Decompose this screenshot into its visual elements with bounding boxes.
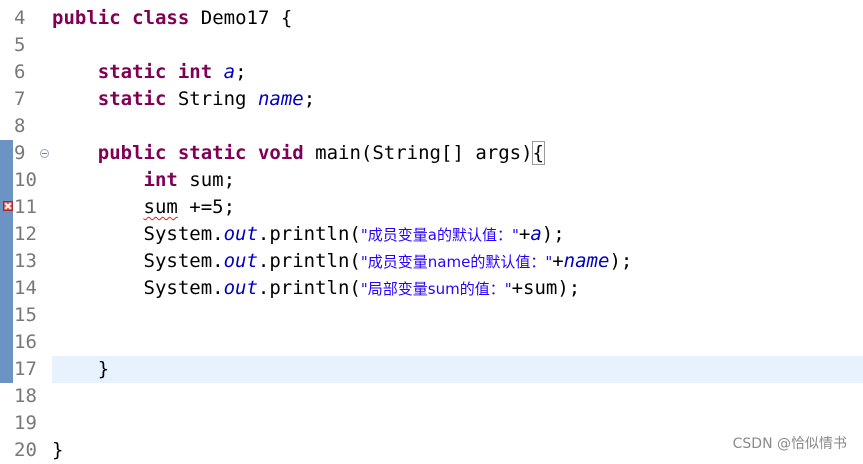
keyword-token: void — [257, 142, 304, 164]
code-text: static int a; — [52, 59, 247, 86]
code-text: public static void main(String[] args){ — [52, 140, 546, 167]
keyword-token: static — [97, 88, 167, 110]
code-token: + — [552, 250, 564, 272]
change-marker — [0, 356, 13, 383]
code-text: sum +=5; — [52, 194, 236, 221]
error-token[interactable]: sum — [144, 196, 178, 218]
line-number: 12 — [14, 223, 37, 245]
field-token: out — [223, 223, 258, 245]
closing-brace: } — [97, 358, 110, 380]
code-line[interactable]: 8 — [0, 113, 863, 140]
closing-brace: } — [52, 439, 64, 461]
keyword-token: public — [97, 142, 167, 164]
code-text: System.out.println("局部变量sum的值："+sum); — [52, 275, 581, 302]
code-token: ); — [541, 223, 565, 245]
line-number: 20 — [14, 439, 37, 461]
code-line[interactable]: 7 static String name; — [0, 86, 863, 113]
method-signature-token: main(String[] args) — [315, 142, 533, 164]
code-line[interactable]: 14 System.out.println("局部变量sum的值："+sum); — [0, 275, 863, 302]
field-token: a — [530, 223, 542, 245]
code-token: .println( — [257, 277, 361, 299]
code-line[interactable]: 9 public static void main(String[] args)… — [0, 140, 863, 167]
line-number: 11 — [14, 196, 37, 218]
matching-brace: { — [531, 141, 546, 165]
code-token: ); — [609, 250, 633, 272]
code-token: + — [518, 223, 531, 245]
field-token: a — [223, 61, 236, 83]
code-line[interactable]: 11 sum +=5; — [0, 194, 863, 221]
code-text: public class Demo17 { — [52, 5, 292, 32]
field-token: name — [563, 250, 610, 272]
watermark: CSDN @恰似情书 — [732, 436, 847, 452]
line-number: 19 — [14, 412, 37, 434]
code-line[interactable]: 13 System.out.println("成员变量name的默认值："+na… — [0, 248, 863, 275]
code-token: .println( — [257, 250, 361, 272]
line-number: 8 — [14, 115, 26, 137]
current-code-line[interactable]: 17 } — [0, 356, 863, 383]
code-token: System. — [143, 250, 224, 272]
string-literal: "成员变量a的默认值：" — [360, 226, 519, 244]
punct-token: ; — [235, 61, 247, 83]
code-token: sum; — [189, 169, 236, 191]
line-number: 16 — [14, 331, 37, 353]
field-token: out — [223, 250, 258, 272]
code-token: System. — [143, 223, 224, 245]
code-line[interactable]: 15 — [0, 302, 863, 329]
field-token: name — [257, 88, 304, 110]
code-line[interactable]: 5 — [0, 32, 863, 59]
line-number: 18 — [14, 385, 37, 407]
line-number: 13 — [14, 250, 37, 272]
keyword-token: int — [143, 169, 178, 191]
keyword-token: static — [177, 142, 247, 164]
line-number: 14 — [14, 277, 37, 299]
code-line[interactable]: 10 int sum; — [0, 167, 863, 194]
code-text: int sum; — [52, 167, 236, 194]
line-number: 15 — [14, 304, 37, 326]
keyword-token: public — [52, 7, 121, 29]
class-name-token: Demo17 { — [200, 7, 293, 29]
string-literal: "局部变量sum的值：" — [360, 280, 512, 298]
punct-token: ; — [303, 88, 316, 110]
code-token: +=5; — [177, 196, 236, 218]
code-text: System.out.println("成员变量a的默认值："+a); — [52, 221, 565, 248]
code-text: } — [52, 437, 63, 464]
code-line[interactable]: 4 public class Demo17 { — [0, 5, 863, 32]
type-token: String — [177, 88, 258, 110]
code-token: System. — [143, 277, 224, 299]
line-number: 10 — [14, 169, 37, 191]
code-text: System.out.println("成员变量name的默认值："+name)… — [52, 248, 633, 275]
code-line[interactable]: 16 — [0, 329, 863, 356]
code-text: } — [52, 356, 109, 383]
code-line[interactable]: 12 System.out.println("成员变量a的默认值："+a); — [0, 221, 863, 248]
line-number: 7 — [14, 88, 26, 110]
line-number: 5 — [14, 34, 26, 56]
code-text: static String name; — [52, 86, 315, 113]
keyword-token: class — [132, 7, 190, 29]
string-literal: "成员变量name的默认值：" — [360, 253, 553, 271]
code-line[interactable]: 18 — [0, 383, 863, 410]
code-editor[interactable]: 4 public class Demo17 { 5 6 static int a… — [0, 0, 863, 463]
line-number: 4 — [14, 7, 26, 29]
code-token: .println( — [257, 223, 361, 245]
code-line[interactable]: 6 static int a; — [0, 59, 863, 86]
field-token: out — [223, 277, 258, 299]
fold-collapse-icon[interactable] — [40, 149, 49, 158]
code-token: +sum); — [511, 277, 581, 299]
line-number: 6 — [14, 61, 26, 83]
keyword-token: int — [177, 61, 213, 83]
keyword-token: static — [97, 61, 167, 83]
